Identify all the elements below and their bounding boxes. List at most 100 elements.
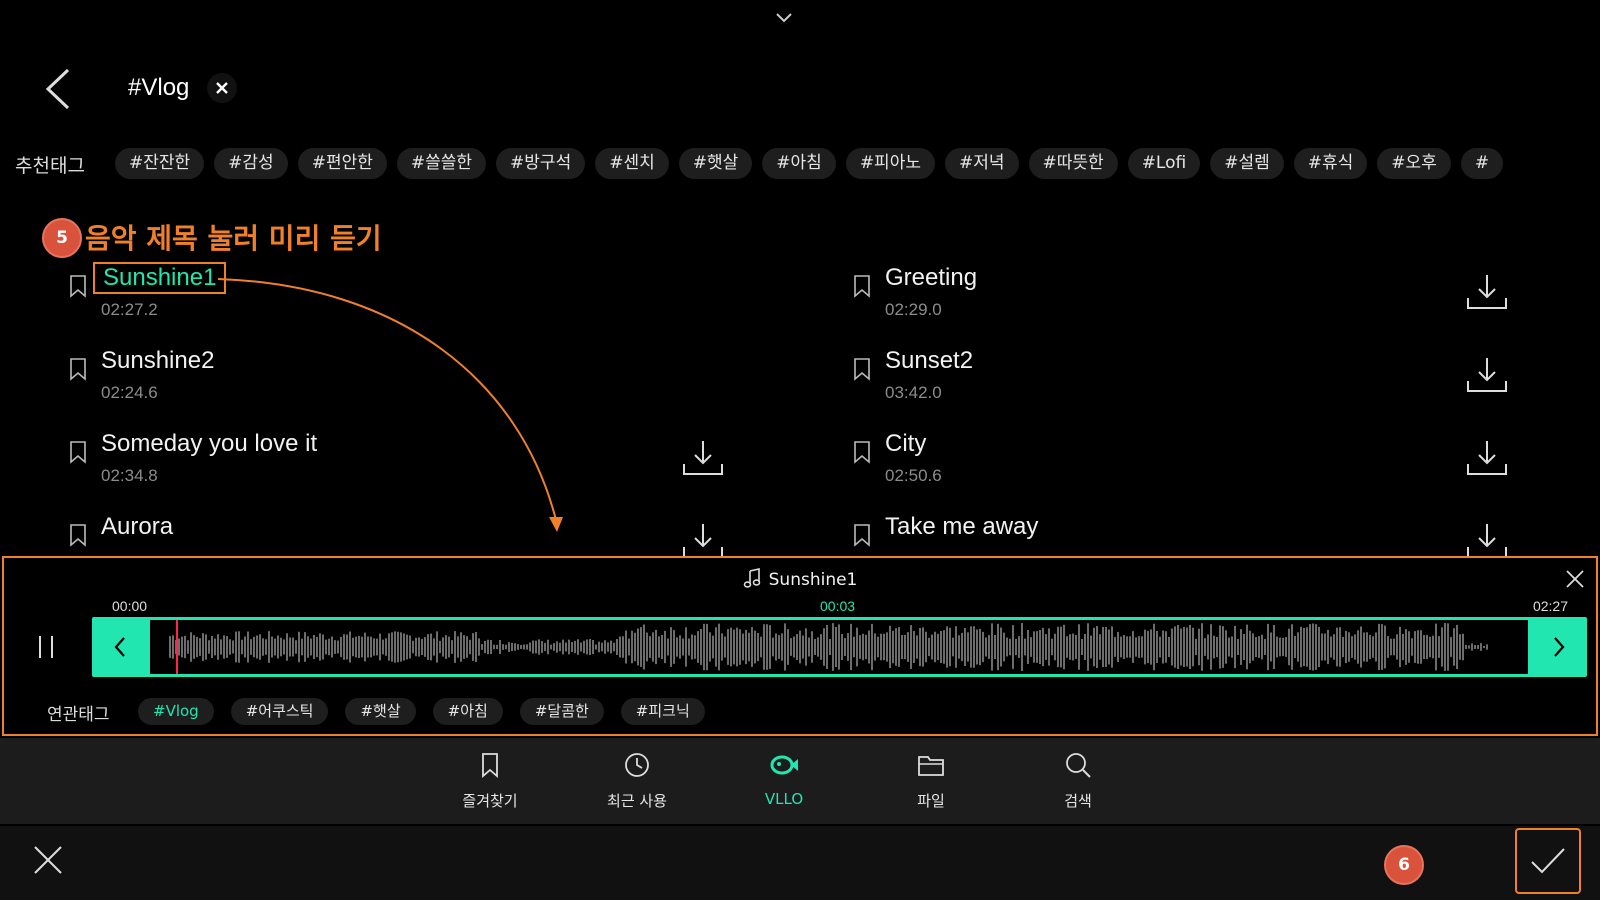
close-player-icon[interactable] — [1564, 568, 1586, 590]
music-list-item[interactable]: Sunshine2 02:24.6 — [68, 347, 848, 432]
related-tag-chip[interactable]: #햇살 — [345, 698, 416, 725]
recommended-tags: 추천태그 #잔잔한 #감성 #편안한 #쓸쓸한 #방구석 #센치 #햇살 #아침 #피아노 #저녁… — [0, 148, 1600, 180]
music-duration: 02:27.2 — [101, 300, 158, 319]
recommended-tag-chip[interactable]: #저녁 — [944, 148, 1019, 179]
related-tag-chip[interactable]: #달콤한 — [519, 698, 604, 725]
time-current: 00:03 — [820, 598, 856, 614]
music-title[interactable]: Take me away — [885, 513, 1038, 541]
music-title[interactable]: City — [885, 430, 926, 458]
music-list-item[interactable]: Sunset2 03:42.0 — [852, 347, 1600, 432]
check-icon — [1531, 848, 1565, 874]
recommended-tag-chip[interactable]: #휴식 — [1293, 148, 1368, 179]
download-icon[interactable] — [1465, 521, 1509, 556]
recommended-tag-chip[interactable]: # — [1460, 148, 1504, 179]
recommended-tag-chip[interactable]: #따뜻한 — [1028, 148, 1118, 179]
recommended-tag-chip[interactable]: #오후 — [1377, 148, 1451, 179]
annotation-badge-5: 5 — [42, 218, 82, 258]
annotation-badge-6: 6 — [1384, 845, 1424, 885]
related-tag-chip[interactable]: #Vlog — [138, 698, 214, 725]
nav-label: 최근 사용 — [607, 792, 667, 810]
recommended-tag-chip[interactable]: #편안한 — [297, 148, 387, 179]
preview-player: Sunshine1 00:00 00:03 02:27 연관태그 #Vlog #어… — [2, 556, 1598, 736]
player-title: Sunshine1 — [4, 568, 1596, 590]
music-duration: 02:29.0 — [885, 300, 942, 319]
collapse-chevron-icon[interactable] — [772, 6, 796, 30]
download-icon[interactable] — [1465, 355, 1509, 395]
trim-right-chevron-icon[interactable] — [1549, 634, 1569, 660]
tag-chip-list: #잔잔한 #감성 #편안한 #쓸쓸한 #방구석 #센치 #햇살 #아침 #피아노 #저녁 #따뜻한 #… — [115, 148, 1504, 179]
bookmark-icon[interactable] — [852, 274, 872, 298]
music-list-item[interactable]: Aurora — [68, 513, 848, 556]
music-list-item[interactable]: Someday you love it 02:34.8 — [68, 430, 848, 515]
nav-label: 파일 — [917, 792, 945, 810]
music-title[interactable]: Someday you love it — [101, 430, 317, 458]
music-title[interactable]: Aurora — [101, 513, 173, 541]
nav-label: 즐겨찾기 — [462, 792, 518, 810]
recommended-tag-chip[interactable]: #햇살 — [678, 148, 753, 179]
nav-item-history[interactable]: 최근 사용 — [577, 738, 697, 824]
nav-item-folder[interactable]: 파일 — [871, 738, 991, 824]
music-list-item[interactable]: Greeting 02:29.0 — [852, 264, 1600, 349]
music-title[interactable]: Sunshine1 — [93, 262, 227, 294]
recommended-tag-chip[interactable]: #감성 — [214, 148, 288, 179]
waveform-trim-frame[interactable] — [92, 617, 1587, 677]
music-list-item[interactable]: Take me away — [852, 513, 1600, 556]
playhead[interactable] — [176, 620, 179, 674]
recommended-tag-chip[interactable]: #센치 — [595, 148, 669, 179]
nav-label: VLLO — [764, 790, 804, 808]
music-title[interactable]: Sunset2 — [885, 347, 973, 375]
related-tag-chip[interactable]: #피크닉 — [620, 698, 705, 725]
music-duration: 03:42.0 — [885, 383, 942, 402]
recommended-tag-chip[interactable]: #쓸쓸한 — [396, 148, 487, 179]
recommended-tag-chip[interactable]: #아침 — [762, 148, 836, 179]
nav-item-bookmark[interactable]: 즐겨찾기 — [430, 738, 550, 824]
search-query[interactable]: #Vlog — [128, 74, 189, 102]
bookmark-icon — [482, 753, 498, 778]
music-title[interactable]: Greeting — [885, 264, 977, 292]
time-end: 02:27 — [1532, 598, 1568, 614]
bookmark-icon[interactable] — [852, 357, 872, 381]
related-tag-chip[interactable]: #아침 — [432, 698, 503, 725]
music-list-item[interactable]: City 02:50.6 — [852, 430, 1600, 515]
music-duration: 02:24.6 — [101, 383, 158, 402]
bookmark-icon[interactable] — [852, 523, 872, 547]
bookmark-icon[interactable] — [68, 523, 88, 547]
recommended-tag-chip[interactable]: #Lofi — [1127, 148, 1201, 179]
music-list-item[interactable]: Sunshine1 02:27.2 — [68, 262, 848, 349]
history-icon — [625, 753, 649, 777]
download-icon[interactable] — [681, 438, 725, 478]
clear-search-button[interactable] — [207, 73, 237, 103]
annotation-text: 음악 제목 눌러 미리 듣기 — [85, 222, 382, 255]
nav-item-vllo-fish[interactable]: VLLO — [724, 738, 844, 824]
folder-icon — [918, 756, 944, 776]
back-icon[interactable] — [40, 66, 80, 112]
bookmark-icon[interactable] — [68, 274, 88, 298]
nav-item-search[interactable]: 검색 — [1018, 738, 1138, 824]
music-duration: 02:50.6 — [885, 466, 942, 485]
waveform-bars — [169, 623, 1488, 671]
player-track-title: Sunshine1 — [768, 570, 858, 590]
recommended-tag-chip[interactable]: #설렘 — [1210, 148, 1284, 179]
bookmark-icon[interactable] — [68, 440, 88, 464]
pause-icon[interactable] — [34, 632, 58, 662]
related-tag-list: #Vlog #어쿠스틱 #햇살 #아침 #달콤한 #피크닉 — [138, 698, 705, 725]
music-title[interactable]: Sunshine2 — [101, 347, 214, 375]
time-start: 00:00 — [112, 598, 148, 614]
nav-label: 검색 — [1064, 792, 1092, 810]
recommended-tag-chip[interactable]: #피아노 — [845, 148, 935, 179]
download-icon[interactable] — [1465, 272, 1509, 312]
download-icon[interactable] — [681, 521, 725, 556]
download-icon[interactable] — [1465, 438, 1509, 478]
related-tag-chip[interactable]: #어쿠스틱 — [230, 698, 329, 725]
recommended-tags-label: 추천태그 — [15, 155, 85, 177]
waveform[interactable] — [150, 620, 1528, 674]
recommended-tag-chip[interactable]: #잔잔한 — [115, 148, 205, 179]
action-bar — [0, 826, 1600, 900]
music-list: Sunshine1 02:27.2 Greeting 02:29.0 Sunshine2… — [0, 260, 1600, 556]
recommended-tag-chip[interactable]: #방구석 — [496, 148, 586, 179]
trim-left-chevron-icon[interactable] — [110, 634, 130, 660]
bookmark-icon[interactable] — [68, 357, 88, 381]
confirm-button[interactable] — [1515, 828, 1581, 894]
cancel-icon[interactable] — [32, 844, 64, 876]
bookmark-icon[interactable] — [852, 440, 872, 464]
